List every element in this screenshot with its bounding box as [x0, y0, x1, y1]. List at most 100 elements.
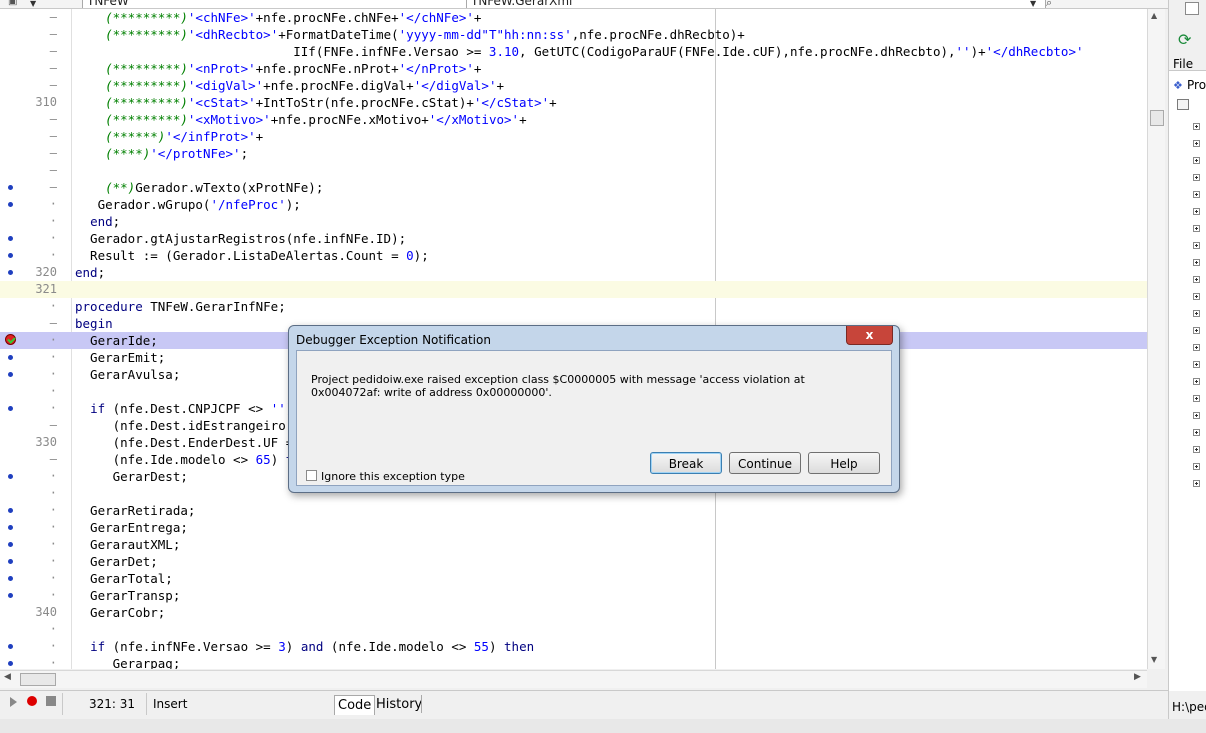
- line-number: –: [49, 163, 57, 177]
- project-tree[interactable]: ❖ Pro: [1169, 70, 1206, 691]
- tree-expand-icon[interactable]: [1193, 191, 1200, 198]
- project-label[interactable]: Pro: [1187, 78, 1206, 92]
- breakpoint-dot-icon[interactable]: [8, 236, 13, 241]
- vertical-scrollbar[interactable]: ▲ ▼: [1147, 9, 1165, 669]
- record-icon[interactable]: [27, 696, 37, 706]
- code-line[interactable]: – (**)Gerador.wTexto(xProtNFe);: [0, 179, 1147, 196]
- code-line[interactable]: · GerarTransp;: [0, 587, 1147, 604]
- breakpoint-dot-icon[interactable]: [8, 508, 13, 513]
- tree-expand-icon[interactable]: [1193, 157, 1200, 164]
- tree-expand-icon[interactable]: [1193, 208, 1200, 215]
- code-line[interactable]: – (*********)'<digVal>'+nfe.procNFe.digV…: [0, 77, 1147, 94]
- breakpoint-dot-icon[interactable]: [8, 253, 13, 258]
- break-button[interactable]: Break: [650, 452, 722, 474]
- tree-expand-icon[interactable]: [1193, 378, 1200, 385]
- breakpoint-dot-icon[interactable]: [8, 576, 13, 581]
- horizontal-scrollbar[interactable]: ◀ ▶: [0, 670, 1147, 688]
- search-icon[interactable]: ⌕: [1046, 0, 1052, 8]
- line-number: –: [49, 180, 57, 194]
- breakpoint-dot-icon[interactable]: [8, 559, 13, 564]
- method-combo[interactable]: TNFeW.GerarXml: [466, 0, 1046, 8]
- breakpoint-dot-icon[interactable]: [8, 185, 13, 190]
- breakpoint-dot-icon[interactable]: [8, 372, 13, 377]
- code-line[interactable]: · GerarRetirada;: [0, 502, 1147, 519]
- tree-expand-icon[interactable]: [1193, 174, 1200, 181]
- tree-expand-icon[interactable]: [1193, 293, 1200, 300]
- code-line[interactable]: · GerarautXML;: [0, 536, 1147, 553]
- code-line[interactable]: – (*********)'<xMotivo>'+nfe.procNFe.xMo…: [0, 111, 1147, 128]
- tree-expand-icon[interactable]: [1193, 259, 1200, 266]
- code-line[interactable]: ·: [0, 621, 1147, 638]
- tree-expand-icon[interactable]: [1193, 395, 1200, 402]
- play-icon[interactable]: [10, 697, 17, 707]
- tree-expand-icon[interactable]: [1193, 463, 1200, 470]
- breakpoint-dot-icon[interactable]: [8, 406, 13, 411]
- scroll-down-icon[interactable]: ▼: [1151, 655, 1157, 664]
- tree-expand-icon[interactable]: [1193, 412, 1200, 419]
- breakpoint-dot-icon[interactable]: [8, 542, 13, 547]
- code-line[interactable]: –: [0, 162, 1147, 179]
- tree-expand-icon[interactable]: [1193, 446, 1200, 453]
- vertical-scroll-up-icon[interactable]: [1185, 2, 1199, 15]
- code-line[interactable]: · GerarDet;: [0, 553, 1147, 570]
- class-combo[interactable]: TNFeW: [82, 0, 468, 8]
- refresh-icon[interactable]: ⟳: [1178, 30, 1191, 49]
- code-line[interactable]: · GerarTotal;: [0, 570, 1147, 587]
- file-menu[interactable]: File: [1173, 57, 1193, 71]
- help-button[interactable]: Help: [808, 452, 880, 474]
- scroll-left-icon[interactable]: ◀: [4, 672, 11, 682]
- code-line[interactable]: – (*********)'<dhRecbto>'+FormatDateTime…: [0, 26, 1147, 43]
- scroll-up-icon[interactable]: ▲: [1151, 11, 1157, 20]
- tree-expand-icon[interactable]: [1193, 225, 1200, 232]
- code-text: (nfe.Ide.modelo <> 65) then: [75, 452, 316, 467]
- code-line[interactable]: · end;: [0, 213, 1147, 230]
- stop-icon[interactable]: [46, 696, 56, 706]
- ignore-exception-label[interactable]: Ignore this exception type: [321, 470, 465, 483]
- tree-expand-icon[interactable]: [1193, 310, 1200, 317]
- breakpoint-dot-icon[interactable]: [8, 644, 13, 649]
- code-line[interactable]: · GerarEntrega;: [0, 519, 1147, 536]
- code-line[interactable]: – (****)'</protNFe>';: [0, 145, 1147, 162]
- code-line[interactable]: 320 end;: [0, 264, 1147, 281]
- tree-expand-icon[interactable]: [1193, 480, 1200, 487]
- code-line[interactable]: – IIf(FNFe.infNFe.Versao >= 3.10, GetUTC…: [0, 43, 1147, 60]
- tab-history[interactable]: History: [373, 695, 425, 714]
- code-line[interactable]: · Gerador.gtAjustarRegistros(nfe.infNFe.…: [0, 230, 1147, 247]
- tree-expand-icon[interactable]: [1193, 344, 1200, 351]
- code-line[interactable]: 310 (*********)'<cStat>'+IntToStr(nfe.pr…: [0, 94, 1147, 111]
- tree-expand-icon[interactable]: [1193, 140, 1200, 147]
- tab-code[interactable]: Code: [334, 695, 376, 715]
- code-line[interactable]: – (*********)'<nProt>'+nfe.procNFe.nProt…: [0, 60, 1147, 77]
- breakpoint-dot-icon[interactable]: [8, 270, 13, 275]
- code-line[interactable]: · Gerador.wGrupo('/nfeProc');: [0, 196, 1147, 213]
- code-line[interactable]: 321: [0, 281, 1147, 298]
- code-line[interactable]: · if (nfe.infNFe.Versao >= 3) and (nfe.I…: [0, 638, 1147, 655]
- scroll-right-icon[interactable]: ▶: [1134, 672, 1141, 682]
- breakpoint-dot-icon[interactable]: [8, 474, 13, 479]
- breakpoint-dot-icon[interactable]: [8, 355, 13, 360]
- chevron-down-icon[interactable]: ▼: [30, 0, 36, 8]
- chevron-down-icon[interactable]: ▼: [1030, 0, 1036, 8]
- tree-expand-icon[interactable]: [1193, 276, 1200, 283]
- code-line[interactable]: · Gerarpag;: [0, 655, 1147, 669]
- tree-expand-icon[interactable]: [1193, 242, 1200, 249]
- close-button[interactable]: x: [846, 326, 893, 345]
- breakpoint-dot-icon[interactable]: [8, 661, 13, 666]
- breakpoint-dot-icon[interactable]: [8, 593, 13, 598]
- code-line[interactable]: · procedure TNFeW.GerarInfNFe;: [0, 298, 1147, 315]
- breakpoint-dot-icon[interactable]: [8, 202, 13, 207]
- scroll-thumb[interactable]: [1150, 110, 1164, 126]
- tree-expand-icon[interactable]: [1193, 327, 1200, 334]
- tree-expand-icon[interactable]: [1193, 123, 1200, 130]
- ignore-exception-checkbox[interactable]: [306, 470, 317, 481]
- breakpoint-dot-icon[interactable]: [8, 525, 13, 530]
- code-line[interactable]: 340 GerarCobr;: [0, 604, 1147, 621]
- edit-mode: Insert: [146, 693, 326, 715]
- code-line[interactable]: · Result := (Gerador.ListaDeAlertas.Coun…: [0, 247, 1147, 264]
- continue-button[interactable]: Continue: [729, 452, 801, 474]
- hscroll-thumb[interactable]: [20, 673, 56, 686]
- tree-expand-icon[interactable]: [1193, 361, 1200, 368]
- code-line[interactable]: – (******)'</infProt>'+: [0, 128, 1147, 145]
- tree-expand-icon[interactable]: [1193, 429, 1200, 436]
- code-line[interactable]: – (*********)'<chNFe>'+nfe.procNFe.chNFe…: [0, 9, 1147, 26]
